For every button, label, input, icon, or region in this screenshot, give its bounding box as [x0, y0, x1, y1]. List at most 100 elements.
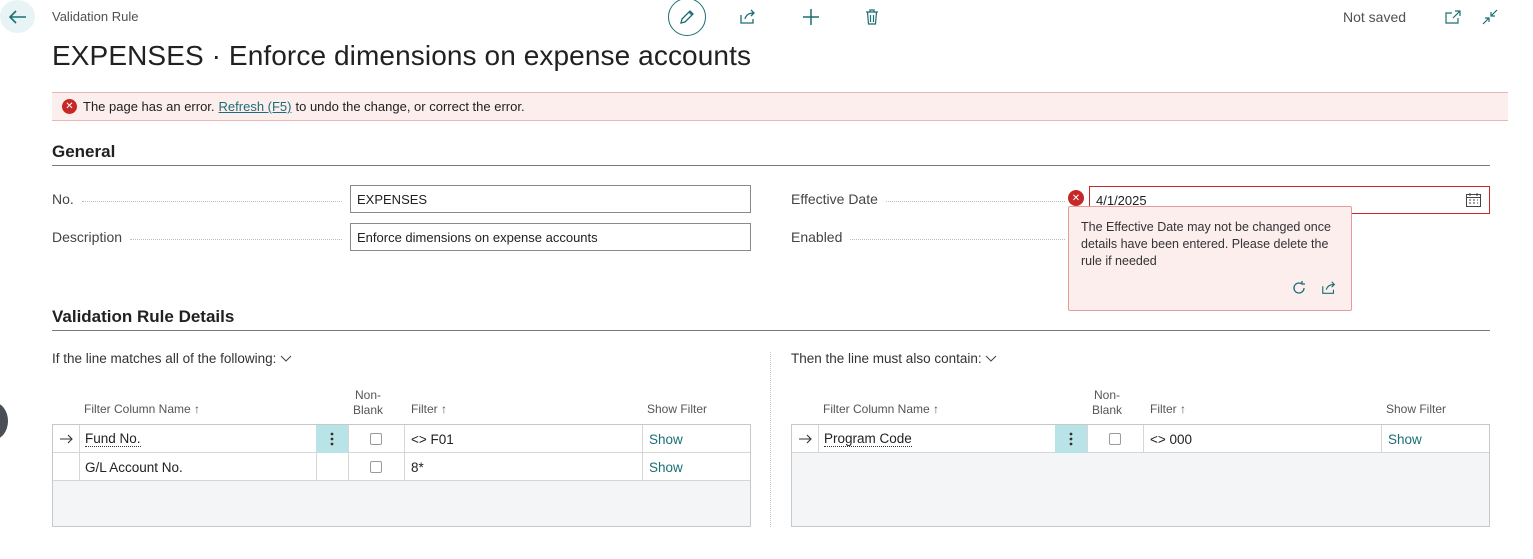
section-divider — [52, 165, 1490, 166]
section-title-details: Validation Rule Details — [52, 307, 235, 326]
col-text: Non- — [355, 388, 382, 402]
sort-up-arrow-icon: ↑ — [194, 402, 201, 416]
row-menu-button[interactable] — [316, 425, 348, 453]
enabled-label-text: Enabled — [791, 229, 843, 245]
show-filter-link[interactable]: Show — [649, 453, 683, 481]
share-button[interactable] — [736, 5, 760, 29]
section-divider — [52, 330, 1490, 331]
back-button[interactable] — [0, 0, 35, 33]
table-row[interactable]: G/L Account No. 8* Show — [53, 453, 750, 481]
non-blank-checkbox[interactable] — [370, 425, 382, 453]
plus-icon — [803, 9, 819, 25]
row-arrow-icon — [792, 425, 818, 453]
non-blank-checkbox[interactable] — [1109, 425, 1121, 453]
col-text: Blank — [353, 403, 384, 417]
filter-cell[interactable]: <> 000 — [1150, 425, 1192, 453]
leader-dots — [850, 238, 1065, 240]
enabled-label: Enabled — [791, 229, 1073, 245]
back-arrow-icon — [8, 9, 26, 24]
col-filter[interactable]: Filter ↑ — [1150, 402, 1186, 416]
col-text: Blank — [1092, 403, 1123, 417]
save-status: Not saved — [1343, 9, 1407, 25]
sort-up-arrow-icon: ↑ — [1180, 402, 1187, 416]
delete-button[interactable] — [860, 5, 884, 29]
description-label-text: Description — [52, 229, 123, 245]
sort-up-arrow-icon: ↑ — [933, 402, 940, 416]
error-icon: ✕ — [62, 99, 77, 114]
cell-text: Fund No. — [85, 431, 141, 447]
no-field[interactable]: EXPENSES — [350, 185, 751, 213]
description-field[interactable]: Enforce dimensions on expense accounts — [350, 223, 751, 251]
edit-button[interactable] — [668, 0, 706, 36]
show-filter-link[interactable]: Show — [649, 425, 683, 453]
left-caption-text: If the line matches all of the following… — [52, 351, 277, 366]
page-caption: Validation Rule — [52, 9, 139, 24]
filter-cell[interactable]: 8* — [411, 453, 424, 481]
kebab-menu-icon — [330, 432, 334, 446]
error-tooltip: The Effective Date may not be changed on… — [1068, 206, 1352, 311]
grid-empty-area — [792, 453, 1489, 526]
error-prefix: The page has an error. — [83, 99, 215, 114]
filter-column-name-cell[interactable]: Fund No. — [85, 425, 141, 453]
share-icon — [740, 9, 755, 24]
sort-up-arrow-icon: ↑ — [441, 402, 448, 416]
non-blank-checkbox[interactable] — [370, 453, 382, 481]
calendar-icon[interactable] — [1466, 193, 1481, 210]
collapse-button[interactable] — [1478, 5, 1502, 29]
page-title: EXPENSES · Enforce dimensions on expense… — [52, 40, 752, 71]
refresh-icon[interactable] — [1291, 280, 1307, 301]
refresh-link[interactable]: Refresh (F5) — [219, 99, 292, 114]
row-menu-button[interactable] — [1055, 425, 1087, 453]
left-caption[interactable]: If the line matches all of the following… — [52, 351, 292, 366]
filter-cell[interactable]: <> F01 — [411, 425, 454, 453]
cell-text: Program Code — [824, 431, 912, 447]
col-text: Non- — [1094, 388, 1121, 402]
no-label: No. — [52, 191, 350, 207]
leader-dots — [130, 238, 342, 240]
panel-divider — [770, 352, 771, 527]
collapse-icon — [1482, 9, 1498, 25]
no-label-text: No. — [52, 191, 74, 207]
row-arrow-icon — [53, 425, 79, 453]
col-text: Filter — [1150, 402, 1177, 416]
table-row[interactable]: Fund No. <> F01 Show — [53, 425, 750, 453]
table-row[interactable]: Program Code <> 000 Show — [792, 425, 1489, 453]
col-show-filter[interactable]: Show Filter — [647, 402, 707, 416]
right-caption-text: Then the line must also contain: — [791, 351, 982, 366]
open-new-window-button[interactable] — [1441, 5, 1465, 29]
description-label: Description — [52, 229, 350, 245]
side-handle[interactable] — [0, 402, 8, 440]
col-non-blank[interactable]: Non- Blank — [353, 388, 383, 418]
left-lines-grid: Fund No. <> F01 Show G/L Account No. 8* … — [52, 424, 751, 527]
field-error-icon: ✕ — [1068, 190, 1084, 206]
col-text: Filter Column Name — [84, 402, 191, 416]
open-new-window-icon — [1445, 10, 1461, 24]
right-caption[interactable]: Then the line must also contain: — [791, 351, 997, 366]
effective-date-label-text: Effective Date — [791, 191, 878, 207]
chevron-down-icon — [986, 355, 997, 362]
grid-empty-area — [53, 481, 750, 526]
new-button[interactable] — [799, 5, 823, 29]
col-filter[interactable]: Filter ↑ — [411, 402, 447, 416]
col-text: Filter Column Name — [823, 402, 930, 416]
show-filter-link[interactable]: Show — [1388, 425, 1422, 453]
trash-icon — [866, 9, 878, 25]
col-show-filter[interactable]: Show Filter — [1386, 402, 1446, 416]
error-suffix: to undo the change, or correct the error… — [295, 99, 525, 114]
edit-pencil-icon — [680, 10, 694, 24]
filter-column-name-cell[interactable]: G/L Account No. — [85, 453, 183, 481]
tooltip-message: The Effective Date may not be changed on… — [1081, 220, 1331, 268]
section-title-general: General — [52, 142, 116, 161]
filter-column-name-cell[interactable]: Program Code — [824, 425, 912, 453]
col-filter-column-name[interactable]: Filter Column Name ↑ — [84, 402, 200, 416]
kebab-menu-icon — [1069, 432, 1073, 446]
leader-dots — [885, 200, 1065, 202]
leader-dots — [81, 200, 342, 202]
col-text: Filter — [411, 402, 438, 416]
col-filter-column-name[interactable]: Filter Column Name ↑ — [823, 402, 939, 416]
chevron-down-icon — [280, 355, 292, 362]
share-icon[interactable] — [1321, 280, 1337, 301]
error-banner: ✕ The page has an error. Refresh (F5) to… — [52, 92, 1508, 121]
col-non-blank[interactable]: Non- Blank — [1092, 388, 1122, 418]
effective-date-label: Effective Date — [791, 191, 1073, 207]
